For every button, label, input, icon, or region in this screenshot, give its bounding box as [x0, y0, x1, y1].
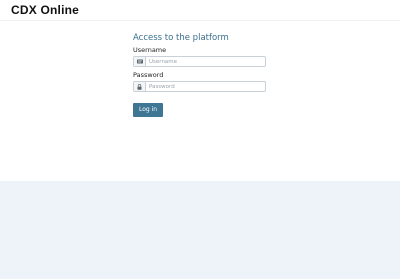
footer-area	[0, 181, 400, 279]
password-label: Password	[133, 71, 164, 79]
cdx-online-logo[interactable]: CDX Online	[11, 3, 79, 17]
username-field	[133, 56, 266, 67]
password-input[interactable]	[146, 82, 264, 91]
password-field	[133, 81, 266, 92]
lock-icon	[134, 82, 146, 91]
username-label: Username	[133, 46, 167, 54]
log-in-button[interactable]: Log in	[133, 103, 163, 117]
user-icon	[134, 57, 146, 66]
top-bar: CDX Online	[0, 0, 400, 21]
login-title: Access to the platform	[133, 33, 229, 43]
login-form: Access to the platform Username Password…	[133, 33, 267, 117]
username-input[interactable]	[146, 57, 264, 66]
